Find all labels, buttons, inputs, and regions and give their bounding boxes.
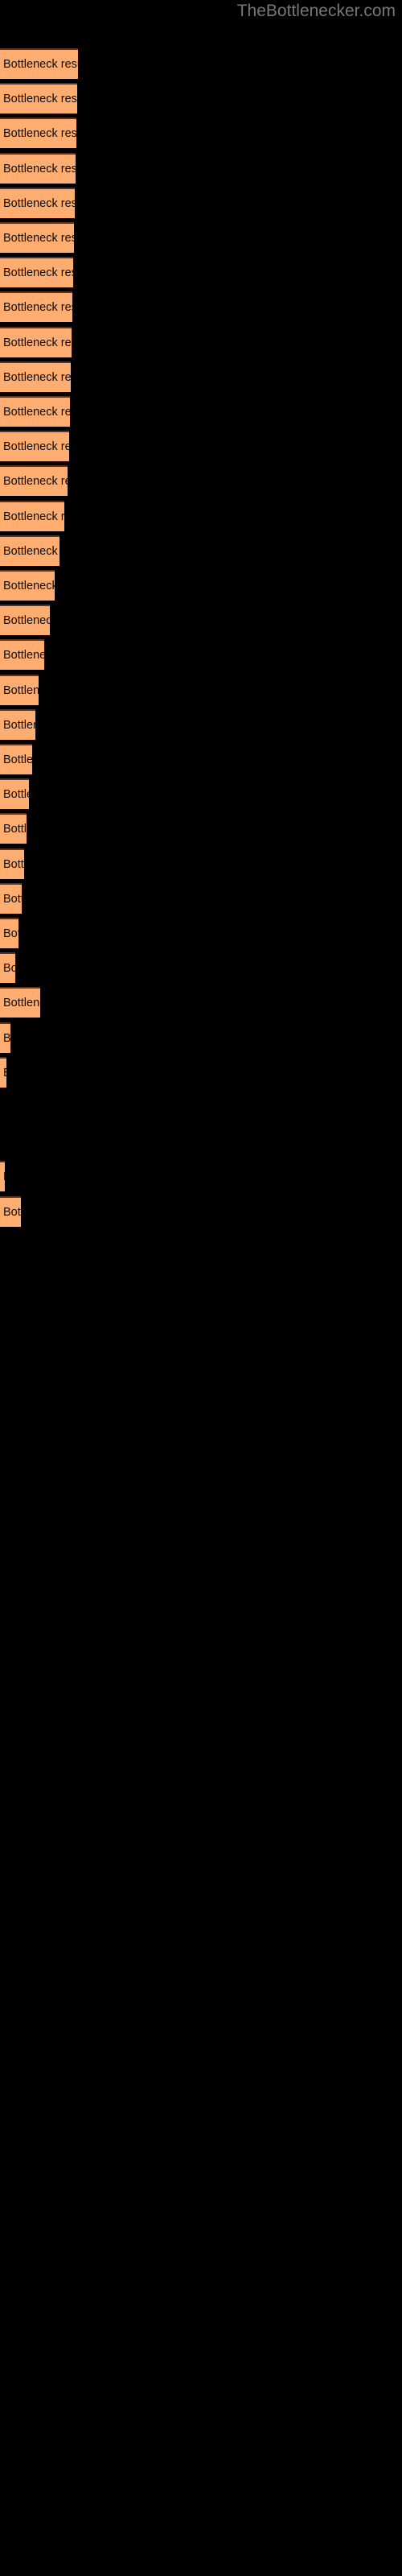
bar-label: Bottleneck result xyxy=(3,823,27,836)
bar-label: Bottleneck result xyxy=(3,580,55,592)
bar-label: Bottleneck result xyxy=(3,927,18,940)
bar-label: Bottleneck result xyxy=(3,93,77,106)
bar-label: Bottleneck result xyxy=(3,336,72,349)
bar-label: Bottleneck result xyxy=(3,196,75,210)
bar-label: Bottleneck result xyxy=(3,1162,5,1191)
bar-14[interactable]: Bottleneck result xyxy=(0,500,64,531)
bar-label: Bottleneck result xyxy=(3,753,32,766)
bar-label: Bottleneck result xyxy=(3,1031,10,1045)
bar-label: Bottleneck result xyxy=(3,127,76,141)
bar-16[interactable]: Bottleneck result xyxy=(0,570,55,601)
bottleneck-bar-chart: TheBottlenecker.com Bottleneck resultBot… xyxy=(0,0,402,2576)
bar-label: Bottleneck result xyxy=(3,370,71,384)
bar-label: Bottleneck result xyxy=(3,544,59,558)
bar-7[interactable]: Bottleneck result xyxy=(0,257,73,288)
bar-3[interactable]: Bottleneck result xyxy=(0,118,76,149)
bar-label: Bottleneck result xyxy=(3,614,50,628)
bar-5[interactable]: Bottleneck result xyxy=(0,187,75,218)
bar-label: Bottleneck result xyxy=(3,788,29,802)
bar-series-layer: Bottleneck result Bottleneck result Bottle… xyxy=(0,0,402,2576)
bar-label: Bottleneck result xyxy=(3,266,73,280)
bar-label: Bottleneck result xyxy=(3,997,40,1010)
bar-9[interactable]: Bottleneck result xyxy=(0,326,72,357)
bar-21[interactable]: Bottleneck result xyxy=(0,744,32,774)
bar-23[interactable]: Bottleneck result xyxy=(0,813,27,844)
bar-4[interactable]: Bottleneck result xyxy=(0,152,76,184)
bar-33[interactable]: Bottleneck result xyxy=(0,1161,5,1192)
bar-24[interactable]: Bottleneck result xyxy=(0,848,24,879)
bar-11[interactable]: Bottleneck result xyxy=(0,396,70,427)
bar-25[interactable]: Bottleneck result xyxy=(0,882,22,914)
bar-29[interactable]: Bottleneck result xyxy=(0,1022,10,1053)
bar-label: Bottleneck result xyxy=(3,857,24,871)
bar-label: Bottleneck result xyxy=(3,301,72,315)
bar-10[interactable]: Bottleneck result xyxy=(0,361,71,392)
bar-label: Bottleneck result xyxy=(3,406,70,419)
bar-label: Bottleneck result xyxy=(3,649,44,663)
bar-17[interactable]: Bottleneck result xyxy=(0,605,50,636)
bar-label: Bottleneck result xyxy=(3,1059,6,1088)
bar-label: Bottleneck result xyxy=(3,475,68,489)
bar-label: Bottleneck result xyxy=(3,162,76,175)
bar-20[interactable]: Bottleneck result xyxy=(0,708,35,740)
bar-label: Bottleneck result xyxy=(3,58,78,71)
bar-label: Bottleneck result xyxy=(3,510,64,523)
bar-30[interactable]: Bottleneck result xyxy=(0,1056,6,1088)
bar-12[interactable]: Bottleneck result xyxy=(0,431,69,462)
bar-18[interactable]: Bottleneck result xyxy=(0,639,44,671)
bar-label: Bottleneck result xyxy=(3,232,74,245)
bar-2[interactable]: Bottleneck result xyxy=(0,83,77,114)
bar-19[interactable]: Bottleneck result xyxy=(0,674,39,705)
bar-1[interactable]: Bottleneck result xyxy=(0,48,78,79)
bar-label: Bottleneck result xyxy=(3,962,15,976)
bar-22[interactable]: Bottleneck result xyxy=(0,778,29,810)
bar-label: Bottleneck result xyxy=(3,683,39,697)
bar-label: Bottleneck result xyxy=(3,440,69,454)
bar-27[interactable]: Bottleneck result xyxy=(0,952,15,984)
bar-34[interactable]: Bottleneck result xyxy=(0,1195,21,1227)
bar-6[interactable]: Bottleneck result xyxy=(0,222,74,253)
bar-15[interactable]: Bottleneck result xyxy=(0,535,59,566)
bar-8[interactable]: Bottleneck result xyxy=(0,291,72,323)
bar-label: Bottleneck result xyxy=(3,1205,21,1219)
bar-label: Bottleneck result xyxy=(3,892,22,906)
bar-13[interactable]: Bottleneck result xyxy=(0,465,68,497)
bar-label: Bottleneck result xyxy=(3,718,35,732)
bar-28[interactable]: Bottleneck result xyxy=(0,987,40,1018)
bar-26[interactable]: Bottleneck result xyxy=(0,918,18,948)
